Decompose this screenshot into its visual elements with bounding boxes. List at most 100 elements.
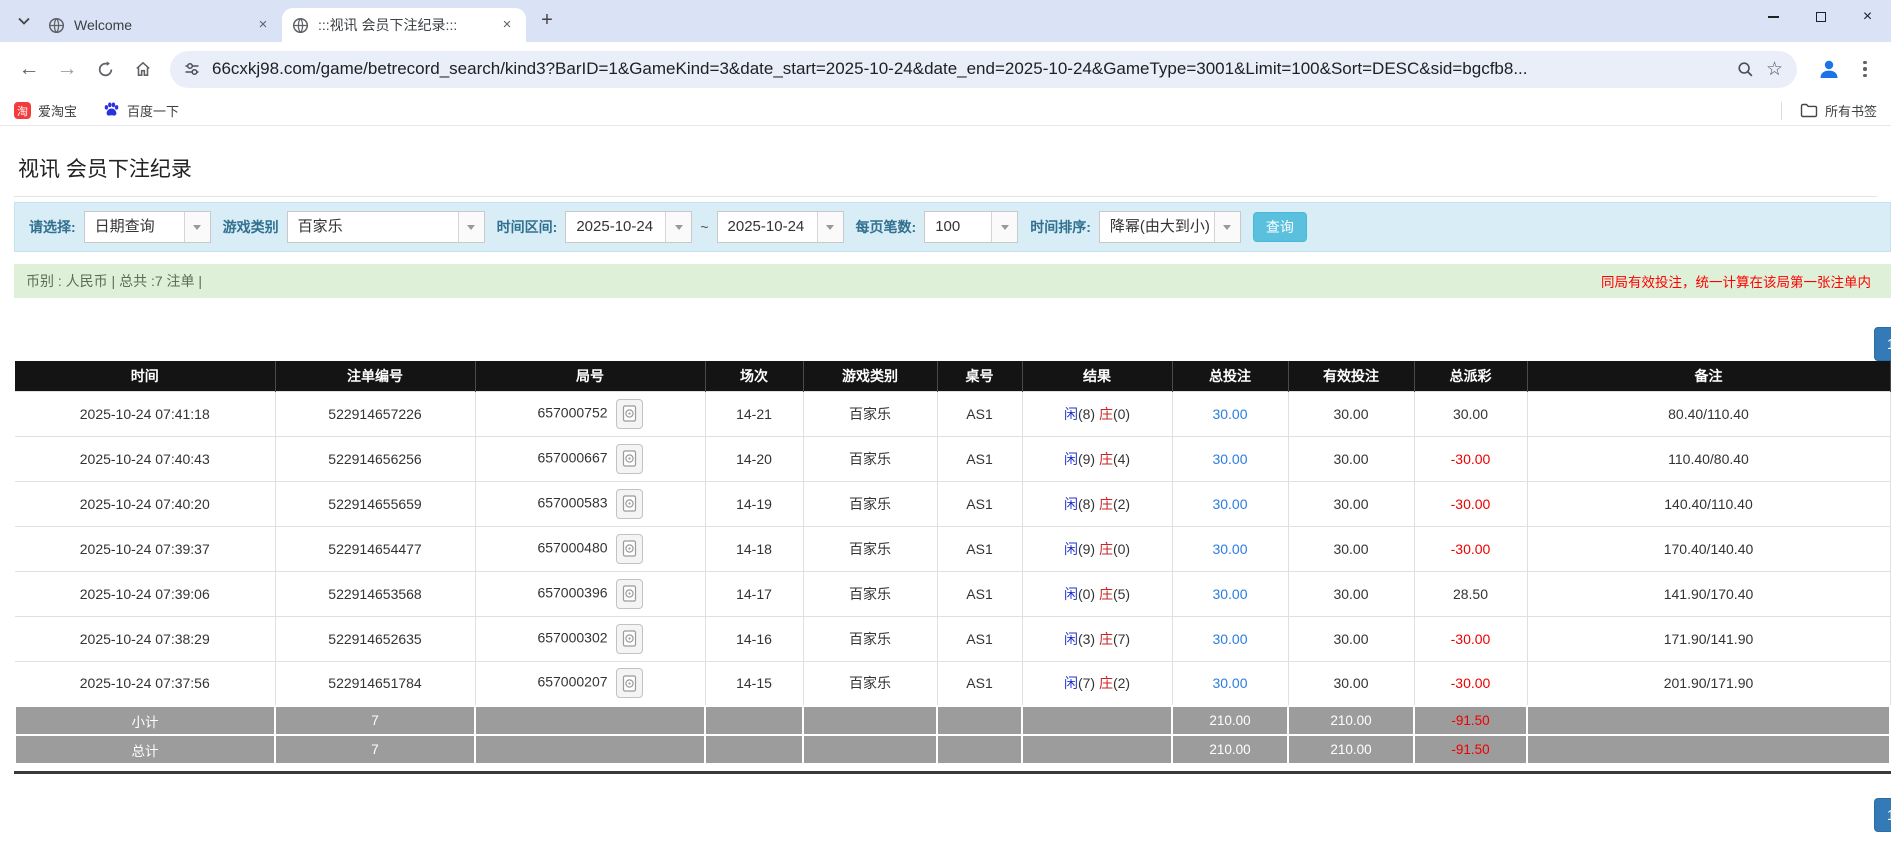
- search-button[interactable]: 查询: [1253, 212, 1307, 242]
- cell-bet-number: 522914656256: [275, 436, 475, 481]
- tab-search-button[interactable]: [10, 7, 38, 35]
- maximize-icon: [1816, 12, 1826, 22]
- total-bet-link[interactable]: 30.00: [1212, 631, 1247, 647]
- browser-toolbar: ← → 66cxkj98.com/game/betrecord_search/k…: [0, 42, 1891, 96]
- chevron-down-icon[interactable]: [1214, 212, 1240, 242]
- sort-select[interactable]: 降幂(由大到小): [1099, 211, 1241, 243]
- cell-valid-bet: 30.00: [1288, 436, 1414, 481]
- page-1-button[interactable]: 1: [1874, 798, 1891, 832]
- tab-bet-record[interactable]: :::视讯 会员下注纪录::: ×: [282, 8, 526, 42]
- bet-record-table: 时间注单编号局号场次游戏类别桌号结果总投注有效投注总派彩备注 2025-10-2…: [14, 361, 1891, 765]
- total-bet-link[interactable]: 30.00: [1212, 496, 1247, 512]
- date-start-select[interactable]: 2025-10-24: [565, 211, 692, 243]
- all-bookmarks-label: 所有书签: [1825, 101, 1877, 120]
- cell-time: 2025-10-24 07:37:56: [15, 661, 275, 706]
- tab-welcome[interactable]: Welcome ×: [38, 8, 282, 42]
- table-row: 2025-10-24 07:40:20522914655659657000583…: [15, 481, 1890, 526]
- cell-session: 14-20: [705, 436, 803, 481]
- cell-valid-bet: 30.00: [1288, 526, 1414, 571]
- close-button[interactable]: ×: [1844, 0, 1891, 34]
- video-record-icon[interactable]: [616, 489, 643, 519]
- table-header-row: 时间注单编号局号场次游戏类别桌号结果总投注有效投注总派彩备注: [15, 361, 1890, 391]
- cell-result: 闲(9) 庄(4): [1022, 436, 1172, 481]
- video-record-icon[interactable]: [616, 399, 643, 429]
- new-tab-button[interactable]: +: [534, 8, 560, 34]
- zoom-icon[interactable]: [1737, 61, 1754, 78]
- minimize-icon: [1768, 16, 1779, 18]
- table-row: 2025-10-24 07:39:37522914654477657000480…: [15, 526, 1890, 571]
- result-banker: 庄: [1099, 631, 1113, 647]
- per-page-select[interactable]: 100: [924, 211, 1018, 243]
- total-bet-link[interactable]: 30.00: [1212, 586, 1247, 602]
- total-bet-link[interactable]: 30.00: [1212, 541, 1247, 557]
- video-record-icon[interactable]: [616, 668, 643, 698]
- cell-payout: -30.00: [1414, 436, 1527, 481]
- result-player: 闲: [1064, 675, 1078, 691]
- table-row: 2025-10-24 07:39:06522914653568657000396…: [15, 571, 1890, 616]
- chevron-down-icon[interactable]: [665, 212, 691, 242]
- home-button[interactable]: [126, 52, 160, 86]
- summary-empty-cell: [1022, 735, 1172, 764]
- all-bookmarks-button[interactable]: 所有书签: [1800, 101, 1877, 120]
- url-text[interactable]: 66cxkj98.com/game/betrecord_search/kind3…: [212, 59, 1725, 79]
- cell-game-type: 百家乐: [803, 481, 937, 526]
- minimize-button[interactable]: [1750, 0, 1797, 34]
- divider: [14, 196, 1877, 197]
- column-header: 局号: [475, 361, 705, 391]
- video-record-icon[interactable]: [616, 579, 643, 609]
- round-number: 657000207: [537, 674, 607, 690]
- video-record-icon[interactable]: [616, 534, 643, 564]
- currency-summary: 币别 : 人民币 | 总共 :7 注单 |: [26, 271, 202, 291]
- taobao-icon: 淘: [14, 102, 31, 119]
- result-player-score: (3): [1078, 631, 1099, 647]
- forward-button[interactable]: →: [50, 52, 84, 86]
- result-player: 闲: [1064, 541, 1078, 557]
- game-type-select[interactable]: 百家乐: [287, 211, 485, 243]
- bookmark-baidu[interactable]: 百度一下: [103, 101, 179, 121]
- chevron-down-icon[interactable]: [991, 212, 1017, 242]
- divider: [1781, 102, 1782, 120]
- url-bar[interactable]: 66cxkj98.com/game/betrecord_search/kind3…: [170, 51, 1797, 88]
- page-title: 视讯 会员下注纪录: [14, 126, 1891, 196]
- page-content: 视讯 会员下注纪录 请选择: 日期查询 游戏类别 百家乐 时间区间: 2025-…: [0, 126, 1891, 832]
- cell-note: 110.40/80.40: [1527, 436, 1890, 481]
- chevron-down-icon[interactable]: [184, 212, 210, 242]
- baidu-paw-icon: [103, 101, 120, 121]
- reload-button[interactable]: [88, 52, 122, 86]
- cell-game-type: 百家乐: [803, 661, 937, 706]
- cell-payout: 28.50: [1414, 571, 1527, 616]
- column-header: 桌号: [937, 361, 1022, 391]
- round-number: 657000302: [537, 629, 607, 645]
- bookmark-star-icon[interactable]: ☆: [1766, 58, 1783, 81]
- cell-note: 201.90/171.90: [1527, 661, 1890, 706]
- browser-menu-button[interactable]: [1855, 61, 1875, 78]
- back-button[interactable]: ←: [12, 52, 46, 86]
- person-icon: [1817, 57, 1841, 81]
- summary-empty-cell: [937, 735, 1022, 764]
- page-1-button[interactable]: 1: [1874, 327, 1891, 361]
- profile-avatar[interactable]: [1815, 55, 1843, 83]
- cell-time: 2025-10-24 07:39:06: [15, 571, 275, 616]
- date-end-select[interactable]: 2025-10-24: [717, 211, 844, 243]
- summary-payout: -91.50: [1414, 706, 1527, 735]
- video-record-icon[interactable]: [616, 444, 643, 474]
- total-bet-link[interactable]: 30.00: [1212, 675, 1247, 691]
- cell-valid-bet: 30.00: [1288, 616, 1414, 661]
- total-bet-link[interactable]: 30.00: [1212, 406, 1247, 422]
- query-type-select[interactable]: 日期查询: [84, 211, 211, 243]
- cell-total-bet: 30.00: [1172, 661, 1288, 706]
- cell-time: 2025-10-24 07:39:37: [15, 526, 275, 571]
- site-settings-icon[interactable]: [184, 61, 200, 77]
- bookmark-aitaobao[interactable]: 淘 爱淘宝: [14, 101, 77, 120]
- summary-empty-cell: [1527, 706, 1890, 735]
- round-number: 657000752: [537, 404, 607, 420]
- tab-close-icon[interactable]: ×: [498, 16, 516, 34]
- chevron-down-icon[interactable]: [458, 212, 484, 242]
- summary-total-bet: 210.00: [1172, 706, 1288, 735]
- total-bet-link[interactable]: 30.00: [1212, 451, 1247, 467]
- tab-close-icon[interactable]: ×: [254, 16, 272, 34]
- maximize-button[interactable]: [1797, 0, 1844, 34]
- cell-note: 140.40/110.40: [1527, 481, 1890, 526]
- chevron-down-icon[interactable]: [817, 212, 843, 242]
- video-record-icon[interactable]: [616, 624, 643, 654]
